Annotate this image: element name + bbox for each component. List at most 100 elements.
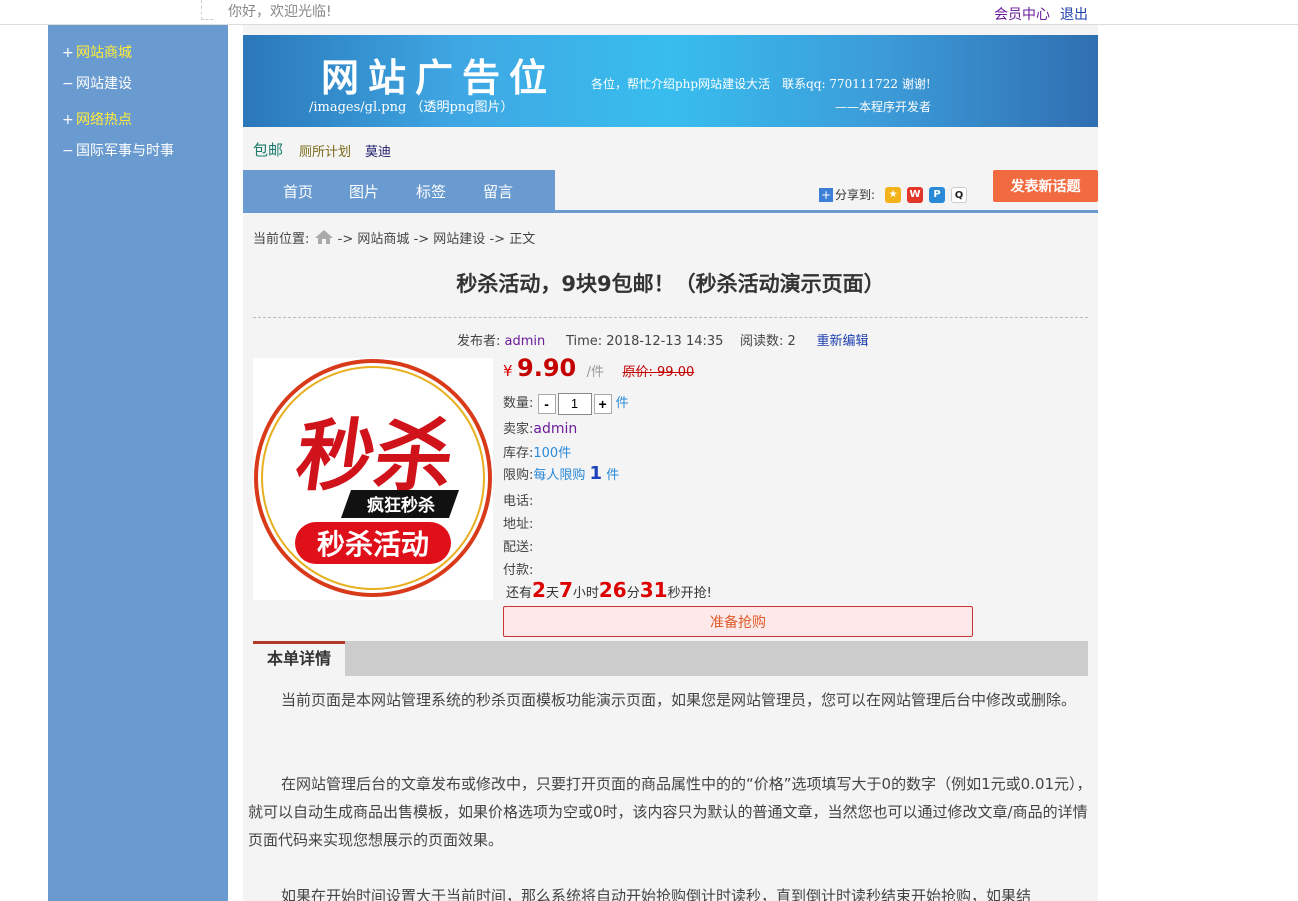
phone-row: 电话:	[503, 490, 533, 509]
breadcrumb-prefix: 当前位置:	[253, 232, 310, 247]
logout-link[interactable]: 退出	[1060, 4, 1088, 24]
detail-paragraph: 如果在开始时间设置大于当前时间，那么系统将自动开始抢购倒计时读秒，直到倒计时读秒…	[281, 887, 1032, 901]
limit-row: 限购:每人限购 1 件	[503, 463, 619, 484]
page-title: 秒杀活动，9块9包邮！（秒杀活动演示页面）	[456, 272, 885, 296]
qty-label: 数量:	[503, 396, 534, 411]
breadcrumb-sep: ->	[489, 232, 506, 247]
banner-message: 各位，帮忙介绍php网站建设大活 联系qq: 770111722 谢谢!	[591, 77, 931, 91]
limit-label: 限购:	[503, 468, 534, 483]
breadcrumb: 当前位置: -> 网站商城 -> 网站建设 -> 正文	[253, 228, 535, 247]
post-new-topic-button[interactable]: 发表新话题	[993, 170, 1098, 202]
limit-number: 1	[589, 463, 603, 484]
ad-banner[interactable]: 网站广告位 /images/gl.png （透明png图片） 各位，帮忙介绍ph…	[243, 35, 1098, 127]
publisher-link[interactable]: admin	[505, 334, 546, 349]
sidebar: + 网站商城 − 网站建设 + 网络热点 − 国际军事与时事	[48, 25, 228, 901]
address-row: 地址:	[503, 513, 533, 532]
breadcrumb-sep: ->	[413, 232, 430, 247]
banner-title: 网站广告位	[321, 55, 557, 100]
collapse-icon: −	[62, 143, 74, 159]
pengyou-icon[interactable]: P	[929, 186, 946, 203]
stock-value: 100件	[533, 446, 572, 461]
qzone-icon[interactable]: ★	[885, 186, 902, 203]
detail-paragraph: 当前页面是本网站管理系统的秒杀页面模板功能演示页面，如果您是网站管理员，您可以在…	[281, 691, 1077, 709]
greeting-text: 你好，欢迎光临!	[228, 4, 332, 20]
limit-unit: 件	[606, 468, 620, 483]
banner-subtitle: /images/gl.png （透明png图片）	[309, 100, 514, 115]
nav-tags[interactable]: 标签	[416, 181, 446, 202]
tag-link[interactable]: 包邮	[253, 139, 283, 160]
product-image: 秒杀 疯狂秒杀 秒杀活动	[253, 358, 493, 600]
stock-row: 库存:100件	[503, 442, 571, 461]
limit-prefix: 每人限购	[533, 468, 586, 483]
publisher-label: 发布者:	[457, 334, 501, 349]
share-bar: + 分享到: ★ W P Q	[819, 186, 968, 203]
reads-label: 阅读数:	[739, 334, 784, 349]
share-label: 分享到:	[835, 188, 876, 202]
image-text-top: 秒杀	[291, 411, 460, 502]
top-bar: 你好，欢迎光临! 会员中心 退出	[0, 0, 1298, 25]
seller-row: 卖家:admin	[503, 418, 577, 437]
member-center-link[interactable]: 会员中心	[994, 4, 1050, 24]
product-price: 9.90	[517, 354, 577, 382]
countdown-hours-unit: 小时	[572, 586, 599, 601]
breadcrumb-mall[interactable]: 网站商城	[357, 232, 409, 247]
quantity-stepper: - +	[537, 392, 612, 415]
sidebar-item-mall[interactable]: + 网站商城	[62, 42, 132, 62]
seller-label: 卖家:	[503, 422, 534, 437]
re-edit-link[interactable]: 重新编辑	[816, 334, 868, 349]
breadcrumb-website-building[interactable]: 网站建设	[433, 232, 485, 247]
countdown-days: 2	[532, 578, 546, 602]
buy-button[interactable]: 准备抢购	[503, 606, 973, 637]
qq-icon[interactable]: Q	[951, 186, 968, 203]
nav-home[interactable]: 首页	[283, 181, 313, 202]
countdown-prefix: 还有	[506, 586, 533, 601]
sidebar-item-website-building[interactable]: − 网站建设	[62, 73, 132, 93]
image-text-bottom: 秒杀活动	[317, 528, 429, 561]
tab-detail[interactable]: 本单详情	[253, 641, 345, 676]
nav-images[interactable]: 图片	[349, 181, 379, 202]
countdown-seconds: 31	[639, 578, 668, 602]
collapse-icon: −	[62, 76, 74, 92]
sidebar-item-hot-topics[interactable]: + 网络热点	[62, 109, 132, 129]
payment-row: 付款:	[503, 559, 533, 578]
nav-guestbook[interactable]: 留言	[483, 181, 513, 202]
delivery-label: 配送:	[503, 540, 534, 555]
sidebar-item-military-news[interactable]: − 国际军事与时事	[62, 140, 174, 160]
countdown-suffix: 秒开抢!	[667, 586, 712, 601]
delivery-row: 配送:	[503, 536, 533, 555]
main-nav: 首页 图片 标签 留言	[243, 170, 555, 210]
price-row: ¥ 9.90 /件 原价: 99.00	[503, 354, 694, 382]
banner-signature: ——本程序开发者	[835, 100, 932, 114]
divider	[201, 0, 213, 20]
stock-label: 库存:	[503, 446, 534, 461]
sidebar-item-label: 网站建设	[76, 76, 132, 92]
sidebar-item-label: 网站商城	[76, 45, 132, 61]
countdown: 还有2天7小时26分31秒开抢!	[506, 578, 712, 602]
share-plus-icon[interactable]: +	[819, 187, 833, 202]
address-label: 地址:	[503, 517, 534, 532]
expand-icon: +	[62, 112, 74, 128]
quantity-row: 数量: - + 件	[503, 392, 629, 415]
home-icon[interactable]	[314, 229, 334, 245]
breadcrumb-sep: ->	[337, 232, 354, 247]
tag-link[interactable]: 莫迪	[365, 141, 391, 160]
currency-symbol: ¥	[503, 362, 513, 380]
tag-link[interactable]: 厕所计划	[299, 141, 351, 160]
qty-plus-button[interactable]: +	[593, 393, 612, 414]
original-price: 原价: 99.00	[622, 365, 695, 380]
sidebar-item-label: 网络热点	[76, 112, 132, 128]
payment-label: 付款:	[503, 563, 534, 578]
time-label: Time:	[565, 334, 603, 349]
countdown-days-unit: 天	[545, 586, 559, 601]
countdown-minutes: 26	[598, 578, 627, 602]
price-unit: /件	[586, 365, 605, 380]
sidebar-item-label: 国际军事与时事	[76, 143, 174, 159]
detail-tab-bar	[253, 641, 1088, 676]
reads-count: 2	[787, 334, 796, 349]
qty-minus-button[interactable]: -	[537, 393, 556, 414]
seller-link[interactable]: admin	[533, 421, 577, 437]
expand-icon: +	[62, 45, 74, 61]
weibo-icon[interactable]: W	[907, 186, 924, 203]
image-text-mid: 疯狂秒杀	[367, 495, 435, 516]
quantity-input[interactable]	[557, 392, 592, 415]
